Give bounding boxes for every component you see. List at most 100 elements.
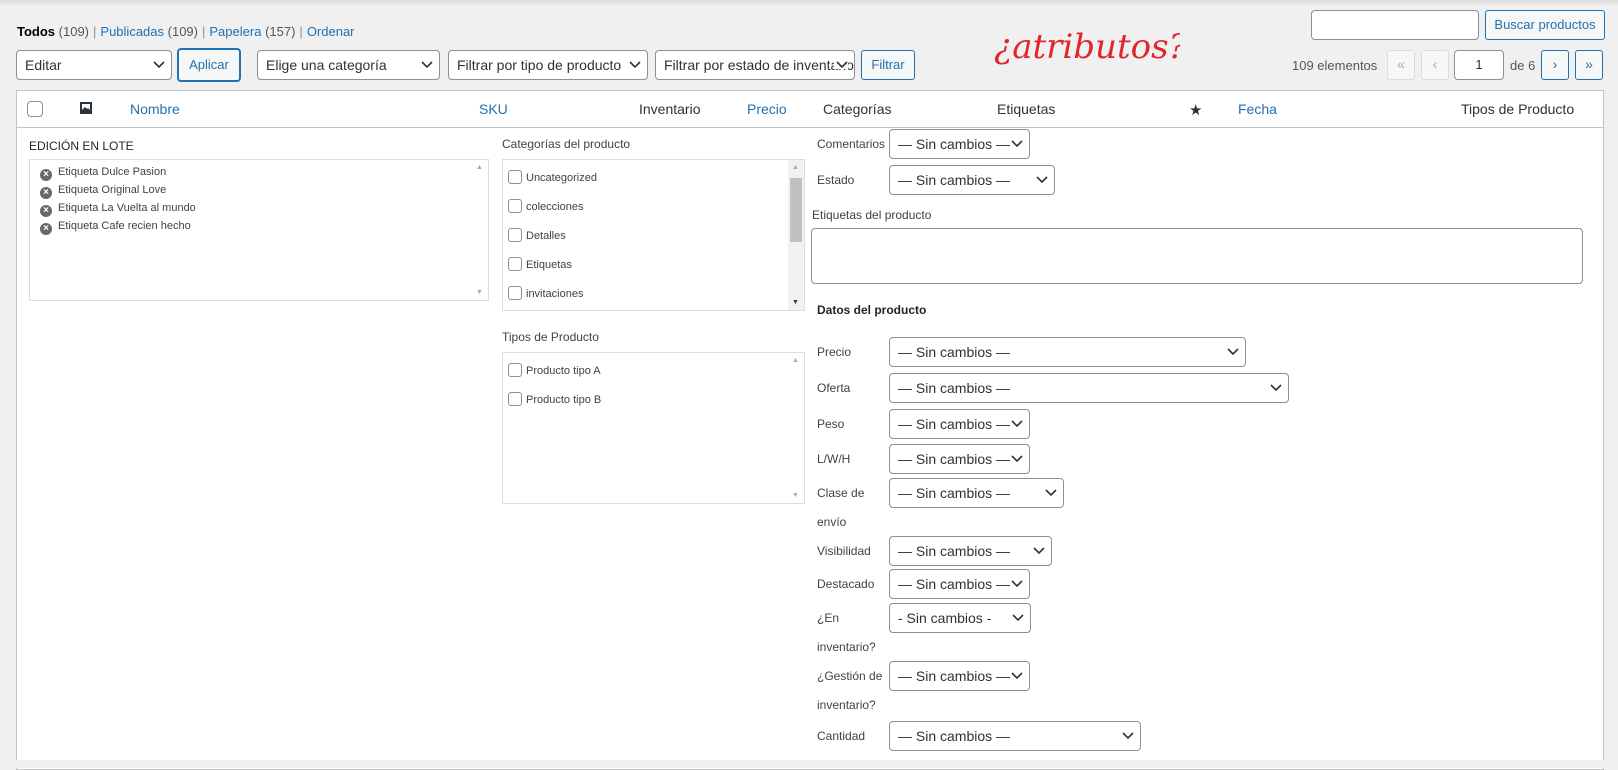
category-option[interactable]: Detalles <box>508 228 566 242</box>
category-checkbox[interactable] <box>508 170 522 184</box>
sale-select[interactable]: — Sin cambios — <box>889 373 1289 403</box>
category-option[interactable]: Etiquetas <box>508 257 572 271</box>
scroll-down-icon[interactable]: ▼ <box>792 492 799 499</box>
category-filter-value: Elige una categoría <box>266 57 387 73</box>
category-label: colecciones <box>526 201 584 213</box>
scrollbar[interactable]: ▲ ▼ <box>788 353 804 503</box>
bulk-edit-items-list: × Etiqueta Dulce Pasion × Etiqueta Origina… <box>29 159 489 301</box>
product-type-label: Producto tipo A <box>526 365 601 377</box>
product-tags-textarea[interactable] <box>811 228 1583 284</box>
last-page-button[interactable]: » <box>1575 50 1603 80</box>
view-trash-count: (157) <box>265 24 296 39</box>
first-page-button[interactable]: « <box>1387 50 1415 80</box>
categories-section-title: Categorías del producto <box>502 137 631 151</box>
shipping-class-label: Clase de <box>817 486 865 500</box>
scrollbar[interactable]: ▲ ▼ <box>788 160 804 310</box>
remove-icon[interactable]: × <box>40 223 52 235</box>
column-stock: Inventario <box>639 101 701 117</box>
manage-stock-label: ¿Gestión de <box>817 669 883 683</box>
search-products-button[interactable]: Buscar productos <box>1485 10 1605 40</box>
scroll-up-icon[interactable]: ▲ <box>792 164 799 171</box>
product-type-option[interactable]: Producto tipo B <box>508 392 601 406</box>
shipping-class-label-2: envío <box>817 515 847 529</box>
scrollbar[interactable]: ▲ ▼ <box>472 160 488 300</box>
product-type-option[interactable]: Producto tipo A <box>508 363 601 377</box>
filter-button[interactable]: Filtrar <box>861 50 915 80</box>
dimensions-label: L/W/H <box>817 452 851 466</box>
prev-page-button[interactable]: ‹ <box>1421 50 1449 80</box>
manage-stock-select[interactable]: — Sin cambios — <box>889 661 1030 691</box>
bulk-edit-title: EDICIÓN EN LOTE <box>29 139 134 153</box>
column-date[interactable]: Fecha <box>1238 101 1277 117</box>
visibility-value: — Sin cambios — <box>898 543 1011 559</box>
view-sort-link[interactable]: Ordenar <box>307 24 355 39</box>
annotation-text: ¿atributos? <box>994 27 1180 67</box>
search-input[interactable] <box>1311 10 1479 40</box>
chevron-down-icon <box>627 51 641 69</box>
shipping-class-value: — Sin cambios — <box>898 485 1011 501</box>
in-stock-select[interactable]: - Sin cambios - <box>889 603 1031 633</box>
shipping-class-select[interactable]: — Sin cambios — <box>889 478 1064 508</box>
items-count: 109 elementos <box>1292 58 1378 73</box>
category-checkbox[interactable] <box>508 199 522 213</box>
bulk-action-select[interactable]: Editar <box>16 50 172 80</box>
handwritten-annotation: ¿atributos? <box>994 27 1180 67</box>
apply-button[interactable]: Aplicar <box>178 49 240 81</box>
category-option[interactable]: invitaciones <box>508 286 583 300</box>
category-checkbox[interactable] <box>508 257 522 271</box>
scroll-up-icon[interactable]: ▲ <box>792 357 799 364</box>
visibility-select[interactable]: — Sin cambios — <box>889 536 1052 566</box>
scroll-up-icon[interactable]: ▲ <box>476 164 483 171</box>
column-tags: Etiquetas <box>997 101 1056 117</box>
category-option[interactable]: Uncategorized <box>508 170 597 184</box>
column-name[interactable]: Nombre <box>130 101 180 117</box>
featured-star-icon[interactable]: ★ <box>1189 101 1202 119</box>
comments-select[interactable]: — Sin cambios — <box>889 129 1030 159</box>
price-select[interactable]: — Sin cambios — <box>889 337 1246 367</box>
featured-label: Destacado <box>817 577 875 591</box>
product-type-checkbox[interactable] <box>508 392 522 406</box>
products-table: Nombre SKU Inventario Precio Categorías … <box>16 90 1604 770</box>
in-stock-label-2: inventario? <box>817 640 876 654</box>
status-select[interactable]: — Sin cambios — <box>889 165 1055 195</box>
sale-label: Oferta <box>817 381 851 395</box>
chevron-down-icon <box>1036 166 1048 184</box>
product-tags-label: Etiquetas del producto <box>812 208 932 222</box>
category-checkbox[interactable] <box>508 286 522 300</box>
remove-icon[interactable]: × <box>40 169 52 181</box>
featured-select[interactable]: — Sin cambios — <box>889 569 1030 599</box>
remove-icon[interactable]: × <box>40 205 52 217</box>
column-sku[interactable]: SKU <box>479 101 508 117</box>
separator: | <box>202 24 206 39</box>
view-published-count: (109) <box>167 24 198 39</box>
category-option[interactable]: colecciones <box>508 199 583 213</box>
product-type-filter-select[interactable]: Filtrar por tipo de producto <box>448 50 648 80</box>
category-checkbox[interactable] <box>508 228 522 242</box>
status-value: — Sin cambios — <box>898 172 1011 188</box>
current-page-input[interactable]: 1 <box>1454 50 1504 80</box>
scroll-thumb[interactable] <box>790 178 802 242</box>
column-price[interactable]: Precio <box>747 101 787 117</box>
top-shade <box>0 0 1618 6</box>
chevron-down-icon <box>421 51 433 69</box>
chevron-down-icon <box>834 51 848 69</box>
scroll-down-icon[interactable]: ▼ <box>476 289 483 296</box>
next-page-button[interactable]: › <box>1541 50 1569 80</box>
scroll-down-icon[interactable]: ▼ <box>792 299 799 306</box>
list-item: × Etiqueta Original Love <box>40 184 166 199</box>
select-all-checkbox[interactable] <box>27 101 43 117</box>
remove-icon[interactable]: × <box>40 187 52 199</box>
category-filter-select[interactable]: Elige una categoría <box>257 50 440 80</box>
total-pages: de 6 <box>1510 58 1536 73</box>
separator: | <box>93 24 97 39</box>
product-type-checkbox[interactable] <box>508 363 522 377</box>
chevron-down-icon <box>1012 604 1024 622</box>
stock-status-filter-select[interactable]: Filtrar por estado de inventario <box>655 50 855 80</box>
quantity-select[interactable]: — Sin cambios — <box>889 721 1141 751</box>
dimensions-select[interactable]: — Sin cambios — <box>889 444 1030 474</box>
weight-select[interactable]: — Sin cambios — <box>889 409 1030 439</box>
view-published-link[interactable]: Publicadas <box>100 24 164 39</box>
price-label: Precio <box>817 345 852 359</box>
view-trash-link[interactable]: Papelera <box>209 24 261 39</box>
view-all-link[interactable]: Todos <box>17 24 55 39</box>
